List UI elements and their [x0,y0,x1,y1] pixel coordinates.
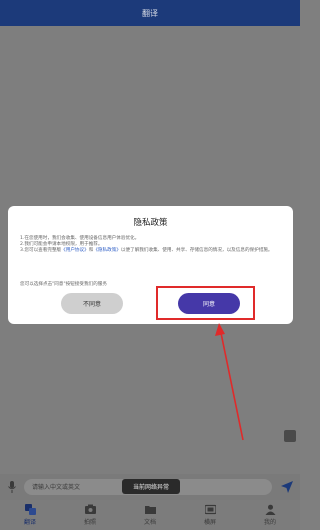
send-icon[interactable] [281,481,293,493]
nav-item-document[interactable]: 文档 [120,500,180,530]
nav-label-landscape: 横屏 [203,519,216,526]
nav-item-translate[interactable]: 翻译 [0,500,60,530]
nav-label-profile: 我的 [263,519,276,526]
agree-highlight-box [156,286,255,320]
user-icon [265,504,275,515]
nav-label-translate: 翻译 [23,519,36,526]
policy-line-3: 3.您可以查看完整版《用户协议》和《隐私政策》以便了解我们收集、使用、共享、存储… [20,248,282,254]
folder-icon [144,506,156,514]
nav-item-profile[interactable]: 我的 [240,500,300,530]
app-header: 翻译 [0,0,300,26]
microphone-icon[interactable] [7,481,17,493]
dialog-body: 1.在您使用时，我们会收集、使用设备信息用户体验优化。 2.我们可能会申请本地权… [20,236,282,254]
bottom-nav: 翻译 拍照 文档 横屏 我的 [0,500,300,530]
policy-line-3-suffix: 以便了解我们收集、使用、共享、存储信息的情况，以及信息的保护措施。 [120,248,273,253]
policy-line-3-prefix: 3.您可以查看完整版 [20,248,62,253]
translate-icon [24,504,36,515]
landscape-icon [204,504,216,515]
nav-label-document: 文档 [143,519,156,526]
camera-icon [84,504,96,514]
floating-action-button[interactable] [284,430,296,442]
nav-item-landscape[interactable]: 横屏 [180,500,240,530]
toast-text: 当前网络异常 [132,484,169,491]
dialog-title: 隐私政策 [133,218,168,228]
network-error-toast: 当前网络异常 [122,479,180,494]
disagree-button[interactable]: 不同意 [61,293,123,314]
header-title: 翻译 [142,8,158,18]
dialog-note: 您可以选择点击"同意"按钮接受我们的服务 [20,282,107,287]
nav-label-camera: 拍照 [83,519,96,526]
privacy-policy-link[interactable]: 《隐私政策》 [93,248,121,253]
user-agreement-link[interactable]: 《用户协议》 [61,248,89,253]
nav-item-camera[interactable]: 拍照 [60,500,120,530]
